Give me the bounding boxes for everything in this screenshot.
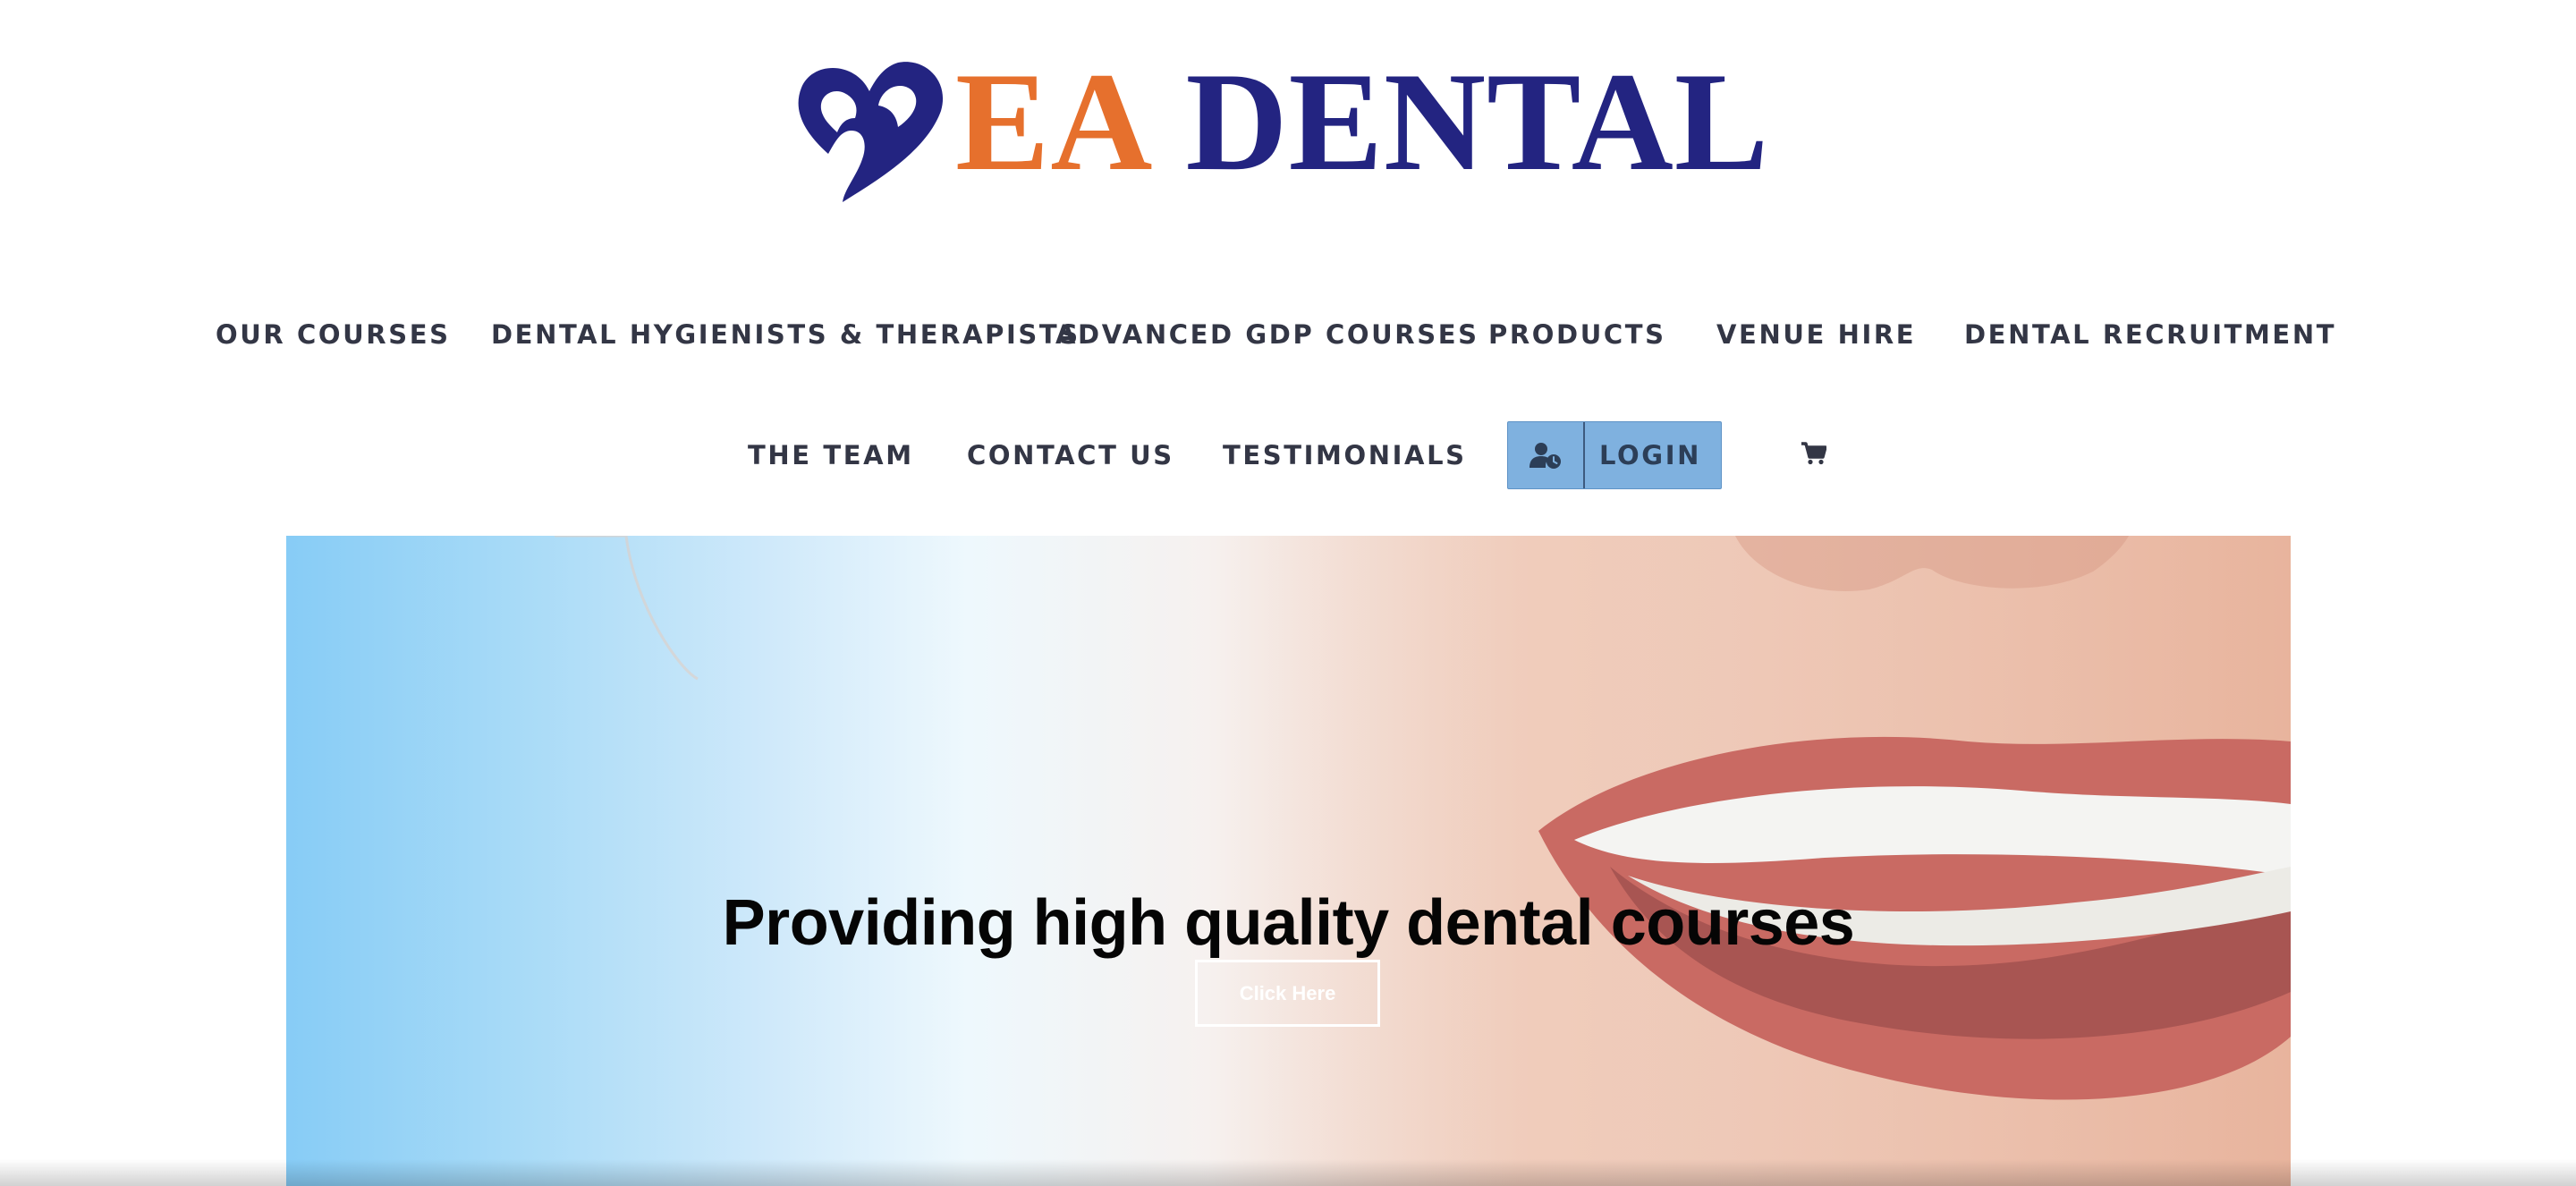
site-logo[interactable]: EA DENTAL: [792, 52, 1768, 208]
brand-name-ea: EA: [955, 44, 1154, 200]
nav-testimonials[interactable]: TESTIMONIALS: [1223, 430, 1467, 480]
tooth-heart-icon: [798, 62, 944, 203]
nav-products[interactable]: PRODUCTS: [1488, 309, 1666, 360]
smile-photo: [555, 536, 2291, 1186]
brand-name-dental: DENTAL: [1185, 44, 1770, 200]
login-button[interactable]: LOGIN: [1507, 421, 1722, 489]
brand-name: EA DENTAL: [955, 52, 1769, 193]
nav-advanced-gdp-courses[interactable]: ADVANCED GDP COURSES: [1055, 309, 1479, 360]
hero-title: Providing high quality dental courses: [722, 887, 1855, 959]
bottom-shadow: [0, 1159, 2576, 1186]
hero-banner: Providing high quality dental courses Cl…: [286, 536, 2291, 1186]
user-clock-icon: [1508, 422, 1585, 488]
hero-cta-button[interactable]: Click Here: [1195, 960, 1380, 1027]
nav-dental-hygienists-therapists[interactable]: DENTAL HYGIENISTS & THERAPISTS: [491, 309, 1080, 360]
nav-our-courses[interactable]: OUR COURSES: [216, 309, 451, 360]
nav-venue-hire[interactable]: VENUE HIRE: [1716, 309, 1916, 360]
nav-contact-us[interactable]: CONTACT US: [967, 430, 1174, 480]
shopping-cart-icon[interactable]: [1801, 442, 1826, 465]
login-label: LOGIN: [1599, 440, 1701, 470]
nav-dental-recruitment[interactable]: DENTAL RECRUITMENT: [1964, 309, 2336, 360]
nav-the-team[interactable]: THE TEAM: [748, 430, 914, 480]
